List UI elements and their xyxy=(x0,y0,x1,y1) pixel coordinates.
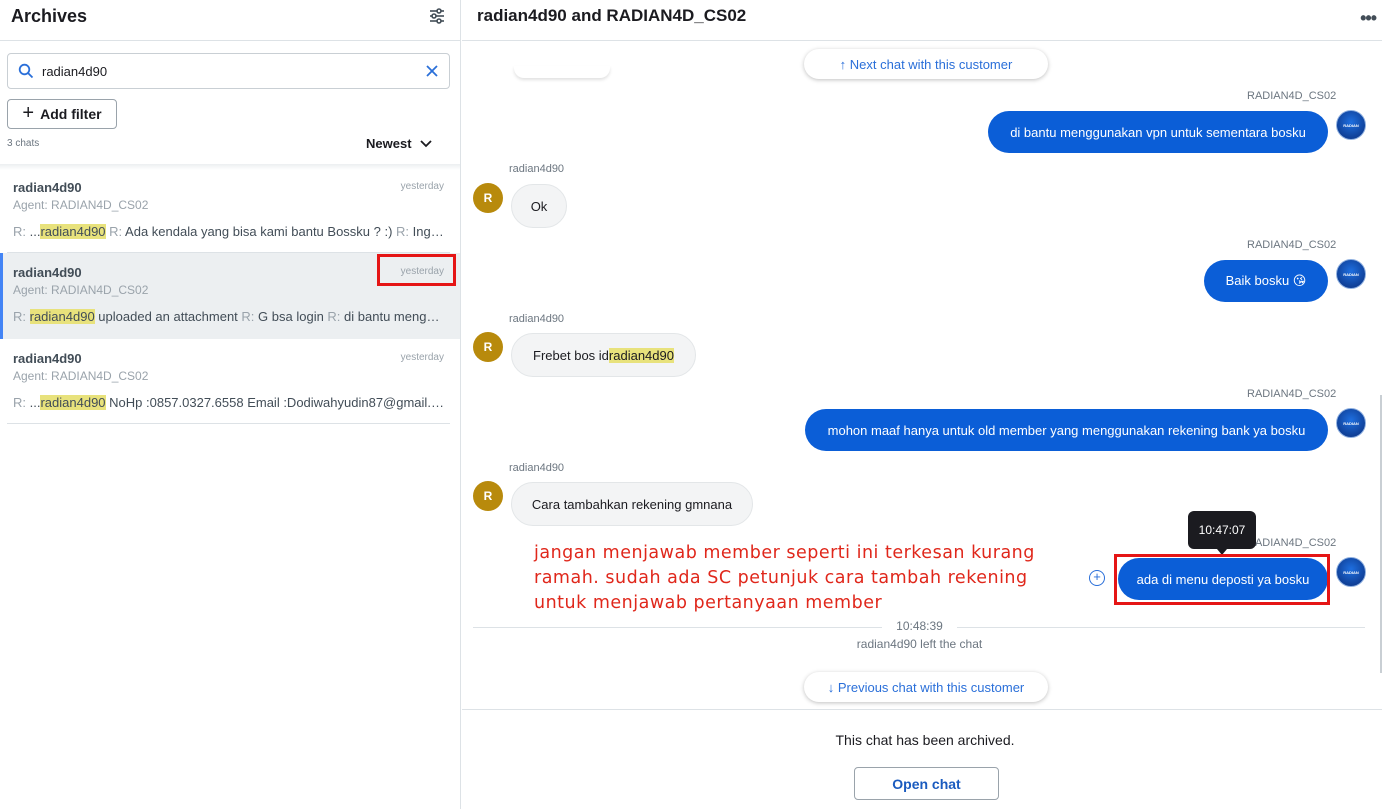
preview-text: ... xyxy=(29,395,41,410)
add-reaction-icon[interactable]: + xyxy=(1089,570,1105,586)
chat-item-agent: Agent: RADIAN4D_CS02 xyxy=(13,369,149,383)
sort-label: Newest xyxy=(366,136,412,151)
search-input[interactable]: radian4d90 xyxy=(7,53,450,89)
system-time: 10:48:39 xyxy=(882,619,957,633)
preview-text: ... xyxy=(29,224,41,239)
chat-item-name: radian4d90 xyxy=(13,180,82,195)
chat-header: radian4d90 and RADIAN4D_CS02 ••• xyxy=(462,0,1382,41)
agent-avatar: RADIAN xyxy=(1336,259,1366,289)
chat-item-preview: R: ...radian4d90 NoHp :0857.0327.6558 Em… xyxy=(13,395,445,410)
customer-avatar: R xyxy=(473,183,503,213)
archives-sidebar: Archives radian4d90 + Add filter 3 chats… xyxy=(0,0,461,809)
sidebar-title: Archives xyxy=(11,6,88,26)
chat-count: 3 chats xyxy=(7,138,40,149)
agent-avatar: RADIAN xyxy=(1336,557,1366,587)
archived-notice: This chat has been archived. xyxy=(835,732,1015,748)
message-author: radian4d90 xyxy=(509,462,565,474)
chat-item-name: radian4d90 xyxy=(13,351,82,366)
message-author: RADIAN4D_CS02 xyxy=(1247,239,1337,251)
chat-item-time: yesterday xyxy=(400,181,444,192)
preview-text: di bantu menggunakan vpn untuk sementara… xyxy=(344,309,445,324)
agent-message: Baik bosku 😘 xyxy=(1204,260,1328,302)
app-window: Archives radian4d90 + Add filter 3 chats… xyxy=(0,0,1382,809)
customer-avatar: R xyxy=(473,332,503,362)
clear-search-icon[interactable] xyxy=(424,63,440,84)
list-divider xyxy=(7,423,450,424)
open-chat-button[interactable]: Open chat xyxy=(854,767,999,800)
message-author: radian4d90 xyxy=(509,163,565,175)
annotation-highlight-box xyxy=(377,254,456,286)
message-author: RADIAN4D_CS02 xyxy=(1247,388,1337,400)
previous-message-edge xyxy=(514,66,610,78)
search-icon xyxy=(18,63,34,84)
preview-prefix: R: xyxy=(327,309,345,324)
preview-prefix: R: xyxy=(13,309,30,324)
preview-text: Ada kendala yang bisa kami bantu Bossku … xyxy=(125,224,397,239)
preview-prefix: R: xyxy=(13,395,30,410)
preview-prefix: R: xyxy=(13,224,30,239)
agent-message: mohon maaf hanya untuk old member yang m… xyxy=(805,409,1328,451)
agent-message: di bantu menggunakan vpn untuk sementara… xyxy=(988,111,1328,153)
customer-message: Ok xyxy=(511,184,567,228)
sidebar-header: Archives xyxy=(0,0,460,41)
search-value[interactable]: radian4d90 xyxy=(42,64,107,79)
preview-prefix: R: xyxy=(396,224,413,239)
preview-prefix: R: xyxy=(241,309,259,324)
message-author: radian4d90 xyxy=(509,313,565,325)
preview-prefix: R: xyxy=(105,224,126,239)
message-text: Frebet bos id xyxy=(533,347,609,363)
chat-item-preview: R: ...radian4d90 R: Ada kendala yang bis… xyxy=(13,224,445,239)
chat-item-agent: Agent: RADIAN4D_CS02 xyxy=(13,283,149,297)
chat-panel: radian4d90 and RADIAN4D_CS02 ••• ↑ Next … xyxy=(462,0,1382,809)
search-highlight: radian4d90 xyxy=(29,309,95,324)
next-chat-button[interactable]: ↑ Next chat with this customer xyxy=(804,49,1048,79)
chat-item-name: radian4d90 xyxy=(13,265,82,280)
system-message: radian4d90 left the chat xyxy=(856,637,983,651)
annotation-highlight-box xyxy=(1114,554,1330,605)
previous-chat-button[interactable]: ↓ Previous chat with this customer xyxy=(804,672,1048,702)
search-highlight: radian4d90 xyxy=(40,395,106,410)
preview-text: NoHp :0857.0327.6558 Email :Dodiwahyudin… xyxy=(105,395,445,410)
search-highlight: radian4d90 xyxy=(608,347,674,363)
plus-icon: + xyxy=(22,102,35,124)
customer-message: Cara tambahkan rekening gmnana xyxy=(511,482,753,526)
add-filter-button[interactable]: + Add filter xyxy=(7,99,117,129)
archived-footer: This chat has been archived. Open chat xyxy=(462,709,1382,809)
sliders-icon[interactable] xyxy=(427,6,447,26)
sort-dropdown[interactable]: Newest xyxy=(366,136,432,151)
chevron-down-icon xyxy=(419,136,432,151)
preview-text: uploaded an attachment xyxy=(94,309,242,324)
search-highlight: radian4d90 xyxy=(40,224,106,239)
preview-text: Inginkan bantuan lainnya xyxy=(412,224,445,239)
agent-avatar: RADIAN xyxy=(1336,110,1366,140)
more-options-icon[interactable]: ••• xyxy=(1360,8,1377,29)
chat-list-item[interactable]: radian4d90 yesterday Agent: RADIAN4D_CS0… xyxy=(0,168,460,254)
message-time-tooltip: 10:47:07 xyxy=(1188,511,1256,555)
message-author: RADIAN4D_CS02 xyxy=(1247,537,1337,549)
customer-message: Frebet bos id radian4d90 xyxy=(511,333,696,377)
chat-item-agent: Agent: RADIAN4D_CS02 xyxy=(13,198,149,212)
add-filter-label: Add filter xyxy=(40,106,102,122)
message-author: RADIAN4D_CS02 xyxy=(1247,90,1337,102)
review-annotation: jangan menjawab member seperti ini terke… xyxy=(534,543,1035,613)
chat-item-preview: R: radian4d90 uploaded an attachment R: … xyxy=(13,309,445,324)
chat-title: radian4d90 and RADIAN4D_CS02 xyxy=(477,6,747,25)
preview-text: G bsa login xyxy=(258,309,328,324)
customer-avatar: R xyxy=(473,481,503,511)
chat-list-item[interactable]: radian4d90 yesterday Agent: RADIAN4D_CS0… xyxy=(0,339,460,425)
chat-item-time: yesterday xyxy=(400,352,444,363)
agent-avatar: RADIAN xyxy=(1336,408,1366,438)
